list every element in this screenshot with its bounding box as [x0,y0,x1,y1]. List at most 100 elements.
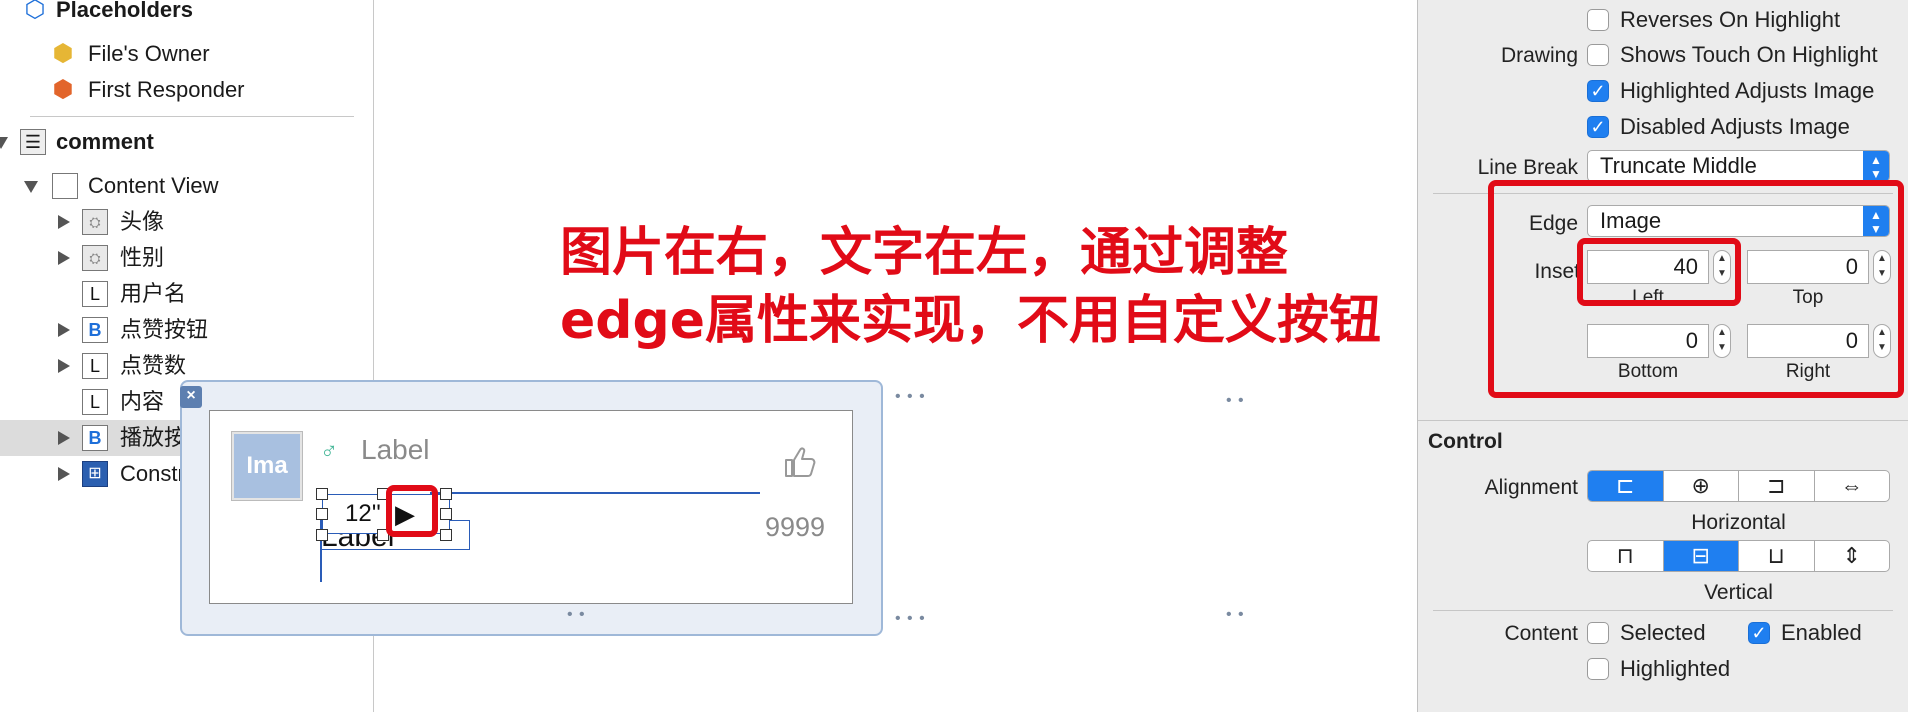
annotation-highlight-box [1488,180,1904,398]
outline-item-label: 点赞数 [120,353,187,378]
resize-handle[interactable] [316,508,328,520]
disclosure-closed-icon[interactable] [58,251,70,265]
resize-dots-icon[interactable]: • • [567,607,586,623]
resize-dots-icon[interactable]: • • [1226,393,1245,409]
line-break-value: Truncate Middle [1600,153,1757,178]
vertical-alignment-control[interactable]: ⊓ ⊟ ⊔ ⇕ [1587,540,1890,572]
resize-handle[interactable] [316,529,328,541]
files-owner-cube-icon: ⬢ [52,40,74,67]
content-view-label: Content View [88,173,219,198]
close-icon[interactable]: × [180,386,202,408]
outline-item-avatar[interactable]: ⛭ 头像 [0,204,374,240]
outline-comment[interactable]: ☰ comment [0,124,374,160]
outline-item-label: 点赞按钮 [120,317,209,342]
highlighted-adjusts-image-label: Highlighted Adjusts Image [1620,78,1875,103]
disclosure-closed-icon[interactable] [58,323,70,337]
files-owner-label: File's Owner [88,41,210,66]
enabled-label: Enabled [1781,620,1862,645]
shows-touch-checkbox[interactable] [1587,44,1609,66]
disclosure-open-icon[interactable] [0,137,8,149]
disabled-adjusts-image-label: Disabled Adjusts Image [1620,114,1850,139]
align-fill-horizontal-icon[interactable]: ⇔ [1815,471,1890,501]
control-section-title: Control [1428,430,1503,453]
highlighted-adjusts-image-checkbox[interactable]: ✓ [1587,80,1609,102]
content-view[interactable] [209,410,853,604]
annotation-text-line-2: edge属性来实现，不用自定义按钮 [560,291,1381,351]
disabled-adjusts-image-checkbox[interactable]: ✓ [1587,116,1609,138]
resize-handle[interactable] [316,488,328,500]
align-fill-vertical-icon[interactable]: ⇕ [1815,541,1890,571]
enabled-checkbox[interactable]: ✓ [1748,622,1770,644]
resize-dots-icon[interactable]: • • • [895,389,926,405]
outline-divider [30,116,354,117]
table-cell-icon: ☰ [20,129,46,155]
label-icon: L [82,353,108,379]
comment-label: comment [56,129,154,154]
resize-handle[interactable] [440,508,452,520]
first-responder-label: First Responder [88,77,245,102]
avatar-image[interactable]: Ima [232,432,302,500]
align-center-vertical-icon[interactable]: ⊟ [1663,541,1739,571]
outline-item-label: 性别 [120,245,165,270]
vertical-label: Vertical [1704,581,1773,604]
line-break-label: Line Break [1477,156,1578,179]
section-divider [1433,610,1893,611]
thumbs-up-icon[interactable] [782,444,818,480]
disclosure-closed-icon[interactable] [58,467,70,481]
shows-touch-label: Shows Touch On Highlight [1620,42,1878,67]
first-responder-cube-icon: ⬢ [52,76,74,103]
button-icon: B [82,317,108,343]
outline-item-label: 用户名 [120,281,187,306]
line-break-popup[interactable]: Truncate Middle ▲ ▼ [1587,150,1890,182]
horizontal-alignment-control[interactable]: ⊏ ⊕ ⊐ ⇔ [1587,470,1890,502]
button-icon: B [82,425,108,451]
reverses-on-highlight-label: Reverses On Highlight [1620,7,1841,32]
disclosure-closed-icon[interactable] [58,359,70,373]
disclosure-closed-icon[interactable] [58,431,70,445]
disclosure-closed-icon[interactable] [58,215,70,229]
label-icon: L [82,281,108,307]
view-icon [52,173,78,199]
resize-handle[interactable] [440,529,452,541]
alignment-label: Alignment [1484,476,1578,499]
selected-checkbox[interactable] [1587,622,1609,644]
outline-item-label: 头像 [120,209,165,234]
content-label: Content [1504,622,1578,645]
constraints-icon: ⊞ [82,461,108,487]
align-center-horizontal-icon[interactable]: ⊕ [1664,471,1739,501]
section-divider [1418,420,1908,421]
outline-content-view[interactable]: Content View [0,168,374,204]
horizontal-label: Horizontal [1691,511,1786,534]
outline-item-username[interactable]: L 用户名 [0,276,374,312]
align-top-icon[interactable]: ⊓ [1588,541,1664,571]
outline-first-responder[interactable]: ⬢ First Responder [0,72,374,108]
resize-dots-icon[interactable]: • • [1226,607,1245,623]
outline-item-like-button[interactable]: B 点赞按钮 [0,312,374,348]
resize-dots-icon[interactable]: • • • [895,611,926,627]
align-left-icon[interactable]: ⊏ [1588,471,1664,501]
outline-placeholders[interactable]: ⬡ Placeholders [0,0,374,28]
username-label[interactable]: Label [361,434,430,466]
highlighted-checkbox[interactable] [1587,658,1609,680]
drawing-label: Drawing [1500,44,1578,67]
highlighted-label: Highlighted [1620,656,1731,681]
placeholders-label: Placeholders [56,0,193,22]
outline-item-gender[interactable]: ⛭ 性别 [0,240,374,276]
popup-arrows-icon: ▲ ▼ [1863,151,1889,181]
like-count-label[interactable]: 9999 [765,512,825,543]
outline-files-owner[interactable]: ⬢ File's Owner [0,36,374,72]
disclosure-open-icon[interactable] [24,181,38,193]
align-bottom-icon[interactable]: ⊔ [1739,541,1815,571]
annotation-highlight-box [386,485,438,537]
image-view-icon: ⛭ [82,209,108,235]
gender-icon[interactable]: ♂ [320,438,338,466]
placeholder-cube-icon: ⬡ [24,0,46,23]
outline-item-label: 内容 [120,389,165,414]
image-view-icon: ⛭ [82,245,108,271]
outline-item-like-count[interactable]: L 点赞数 [0,348,374,384]
align-right-icon[interactable]: ⊐ [1739,471,1815,501]
reverses-on-highlight-checkbox[interactable] [1587,9,1609,31]
resize-handle[interactable] [440,488,452,500]
constraint-line [430,492,760,494]
selected-label: Selected [1620,620,1706,645]
